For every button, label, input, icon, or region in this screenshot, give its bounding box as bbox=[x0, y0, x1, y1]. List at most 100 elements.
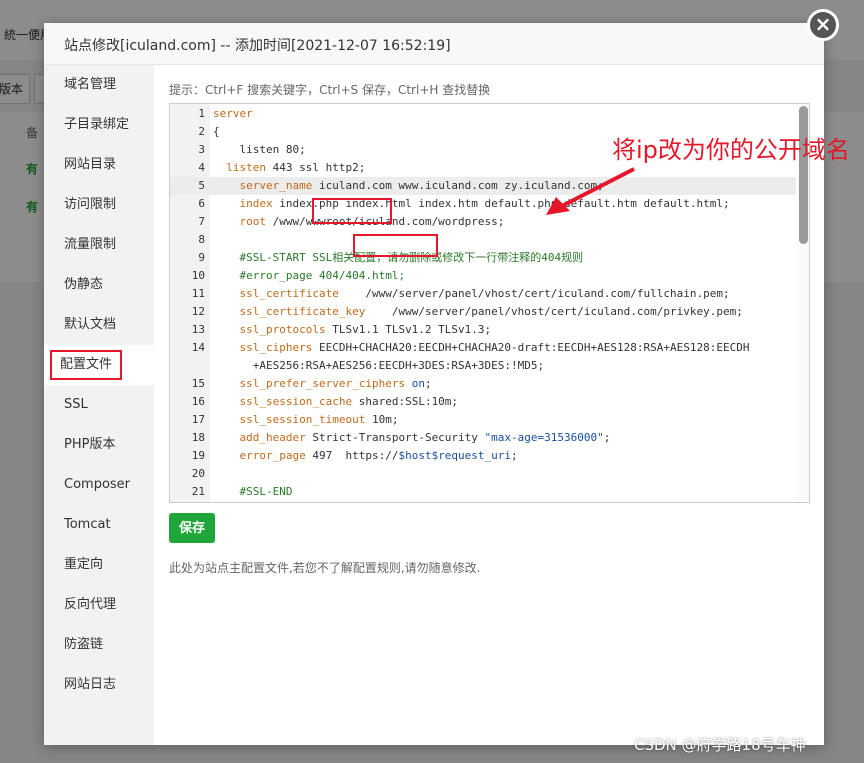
code-line[interactable]: 21 #SSL-END bbox=[170, 483, 796, 501]
code-line[interactable]: 11 ssl_certificate /www/server/panel/vho… bbox=[170, 285, 796, 303]
side-nav: 域名管理子目录绑定网站目录访问限制流量限制伪静态默认文档 配置文件 SSL PHP版本… bbox=[44, 65, 154, 745]
nav-item[interactable]: 网站目录 bbox=[44, 145, 154, 185]
code-text: ssl_certificate_key /www/server/panel/vh… bbox=[213, 303, 743, 321]
code-line[interactable]: 16 ssl_session_cache shared:SSL:10m; bbox=[170, 393, 796, 411]
config-file-panel: 提示：Ctrl+F 搜索关键字，Ctrl+S 保存，Ctrl+H 查找替换 1s… bbox=[154, 65, 850, 745]
nav-item-label: Tomcat bbox=[64, 517, 111, 532]
code-line[interactable]: 19 error_page 497 https://$host$request_… bbox=[170, 447, 796, 465]
nav-item-label: SSL bbox=[64, 397, 88, 412]
code-token: $host$request_uri bbox=[398, 449, 512, 462]
code-text: ssl_protocols TLSv1.1 TLSv1.2 TLSv1.3; bbox=[213, 321, 492, 339]
code-text: add_header Strict-Transport-Security "ma… bbox=[213, 429, 611, 447]
nav-item-label: 伪静态 bbox=[64, 277, 104, 292]
code-token: ssl_ciphers bbox=[239, 341, 313, 354]
code-token: #SSL-END bbox=[239, 485, 293, 498]
code-token: add_header bbox=[239, 431, 306, 444]
nav-item[interactable]: 流量限制 bbox=[44, 225, 154, 265]
nav-item[interactable]: Tomcat bbox=[44, 505, 154, 545]
code-token: { bbox=[213, 125, 220, 138]
nav-item[interactable]: SSL bbox=[44, 385, 154, 425]
code-text: ssl_session_timeout 10m; bbox=[213, 411, 399, 429]
code-line[interactable]: 13 ssl_protocols TLSv1.1 TLSv1.2 TLSv1.3… bbox=[170, 321, 796, 339]
nav-item[interactable]: 网站日志 bbox=[44, 665, 154, 705]
code-line[interactable]: 17 ssl_session_timeout 10m; bbox=[170, 411, 796, 429]
nav-item[interactable]: 防盗链 bbox=[44, 625, 154, 665]
code-token: root bbox=[239, 215, 267, 228]
code-text: listen 443 ssl http2; bbox=[213, 159, 365, 177]
editor-scrollbar[interactable] bbox=[799, 106, 808, 244]
nav-item[interactable]: 重定向 bbox=[44, 545, 154, 585]
nav-item[interactable]: 伪静态 bbox=[44, 265, 154, 305]
code-token: ssl_protocols bbox=[239, 323, 326, 336]
code-token: #error_page 404/404.html; bbox=[239, 269, 406, 282]
code-text: error_page 497 https://$host$request_uri… bbox=[213, 447, 518, 465]
editor-tip: 提示：Ctrl+F 搜索关键字，Ctrl+S 保存，Ctrl+H 查找替换 bbox=[169, 83, 491, 97]
code-line[interactable]: 7 root /www/wwwroot/iculand.com/wordpres… bbox=[170, 213, 796, 231]
code-line[interactable]: 8 bbox=[170, 231, 796, 249]
nav-item[interactable]: 访问限制 bbox=[44, 185, 154, 225]
line-number: 14 bbox=[191, 341, 205, 354]
code-line[interactable]: 14 ssl_ciphers EECDH+CHACHA20:EECDH+CHAC… bbox=[170, 339, 796, 372]
nav-item-label: 反向代理 bbox=[64, 597, 117, 612]
code-line[interactable]: 18 add_header Strict-Transport-Security … bbox=[170, 429, 796, 447]
nav-item-label: 子目录绑定 bbox=[64, 117, 130, 132]
code-token: ; bbox=[603, 431, 611, 444]
code-token: ; bbox=[511, 449, 518, 462]
line-number: 6 bbox=[198, 197, 205, 210]
code-text: ssl_ciphers EECDH+CHACHA20:EECDH+CHACHA2… bbox=[213, 339, 750, 372]
nav-item-label: 域名管理 bbox=[64, 77, 117, 92]
line-number: 17 bbox=[191, 413, 205, 426]
code-text: ssl_session_cache shared:SSL:10m; bbox=[213, 393, 459, 411]
nav-item[interactable]: 反向代理 bbox=[44, 585, 154, 625]
code-token: Strict-Transport-Security bbox=[305, 431, 485, 444]
code-token: on bbox=[411, 377, 425, 390]
code-line[interactable]: 6 index index.php index.html index.htm d… bbox=[170, 195, 796, 213]
code-token: server bbox=[213, 107, 253, 120]
code-line[interactable]: 20 bbox=[170, 465, 796, 483]
config-warning-note: 此处为站点主配置文件,若您不了解配置规则,请勿随意修改. bbox=[169, 561, 481, 575]
code-token: ssl_certificate_key bbox=[239, 305, 366, 318]
code-token: 443 ssl http2; bbox=[266, 161, 366, 174]
code-line[interactable]: 1 server bbox=[170, 105, 796, 123]
nav-item[interactable]: 域名管理 bbox=[44, 65, 154, 105]
code-line[interactable]: 10 #error_page 404/404.html; bbox=[170, 267, 796, 285]
code-token: error_page bbox=[239, 449, 306, 462]
code-token: "max-age=31536000" bbox=[484, 431, 604, 444]
code-token: /www/server/panel/vhost/cert/iculand.com… bbox=[338, 287, 730, 300]
nav-item[interactable]: PHP版本 bbox=[44, 425, 154, 465]
nav-item[interactable]: 默认文档 bbox=[44, 305, 154, 345]
nav-item[interactable]: Composer bbox=[44, 465, 154, 505]
close-icon[interactable]: × bbox=[807, 9, 839, 41]
code-token: listen 80; bbox=[213, 143, 306, 156]
line-number: 19 bbox=[191, 449, 205, 462]
line-number: 5 bbox=[198, 179, 205, 192]
code-line[interactable]: 9 #SSL-START SSL相关配置，请勿删除或修改下一行带注释的404规则 bbox=[170, 249, 796, 267]
code-text: #error_page 404/404.html; bbox=[213, 267, 406, 285]
code-token: ssl_session_timeout bbox=[239, 413, 366, 426]
code-line[interactable]: 15 ssl_prefer_server_ciphers on; bbox=[170, 375, 796, 393]
code-text: ssl_certificate /www/server/panel/vhost/… bbox=[213, 285, 730, 303]
nav-item[interactable]: 子目录绑定 bbox=[44, 105, 154, 145]
save-button[interactable]: 保存 bbox=[169, 513, 215, 543]
code-line[interactable]: 12 ssl_certificate_key /www/server/panel… bbox=[170, 303, 796, 321]
nav-item[interactable]: 配置文件 bbox=[44, 345, 154, 385]
nav-item-label: 流量限制 bbox=[64, 237, 117, 252]
highlight-box-server-name bbox=[312, 198, 392, 224]
watermark: CSDN @府学路18号车神 bbox=[634, 736, 806, 754]
nav-item-label: 网站目录 bbox=[64, 157, 117, 172]
code-token: /www/server/panel/vhost/cert/iculand.com… bbox=[365, 305, 743, 318]
line-number: 11 bbox=[191, 287, 205, 300]
code-line[interactable]: 5 server_name iculand.com www.iculand.co… bbox=[170, 177, 796, 195]
nav-item-label: Composer bbox=[64, 477, 131, 492]
